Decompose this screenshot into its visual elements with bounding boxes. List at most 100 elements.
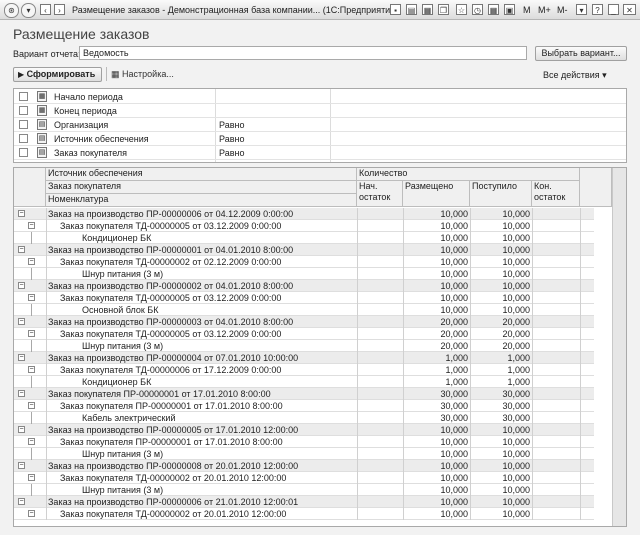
collapse-toggle-icon[interactable]: − bbox=[18, 246, 25, 253]
collapse-toggle-icon[interactable]: − bbox=[18, 390, 25, 397]
memory-button-m[interactable]: M bbox=[523, 5, 531, 15]
report-row-source[interactable]: − Заказ на производство ПР-00000002 от 04… bbox=[14, 280, 594, 292]
chevron-down-icon[interactable]: ▾ bbox=[21, 3, 36, 18]
variant-field[interactable]: Ведомость bbox=[79, 46, 527, 60]
filter-checkbox[interactable] bbox=[19, 120, 28, 129]
filter-row[interactable]: ▤ Заказ покупателя Равно bbox=[14, 146, 626, 160]
back-icon[interactable]: ‹ bbox=[40, 4, 51, 15]
report-row-source[interactable]: − Заказ на производство ПР-00000006 от 21… bbox=[14, 496, 594, 508]
settings-link[interactable]: ▦ Настройка... bbox=[111, 69, 174, 80]
received-value: 10,000 bbox=[502, 305, 530, 315]
copy-icon[interactable]: ❐ bbox=[438, 4, 449, 15]
collapse-toggle-icon[interactable]: − bbox=[28, 222, 35, 229]
preview-icon[interactable]: ▦ bbox=[422, 4, 433, 15]
report-row-order[interactable]: − Заказ покупателя ПР-00000001 от 17.01.2… bbox=[14, 436, 594, 448]
report-row-item[interactable]: Основной блок БК 10,000 10,000 bbox=[14, 304, 594, 316]
history-icon[interactable]: ◷ bbox=[472, 4, 483, 15]
collapse-toggle-icon[interactable]: − bbox=[28, 438, 35, 445]
collapse-toggle-icon[interactable]: − bbox=[28, 330, 35, 337]
report-row-label: Заказ на производство ПР-00000008 от 20.… bbox=[48, 461, 299, 471]
placed-value: 10,000 bbox=[440, 257, 468, 267]
report-row-source[interactable]: − Заказ на производство ПР-00000003 от 04… bbox=[14, 316, 594, 328]
report-row-order[interactable]: − Заказ покупателя ТД-00000002 от 02.12.2… bbox=[14, 256, 594, 268]
filter-checkbox[interactable] bbox=[19, 148, 28, 157]
report-row-item[interactable]: Шнур питания (3 м) 10,000 10,000 bbox=[14, 484, 594, 496]
collapse-toggle-icon[interactable]: − bbox=[18, 498, 25, 505]
report-row-order[interactable]: − Заказ покупателя ТД-00000002 от 20.01.2… bbox=[14, 472, 594, 484]
favorite-icon[interactable]: ☆ bbox=[456, 4, 467, 15]
placed-value: 10,000 bbox=[440, 473, 468, 483]
collapse-toggle-icon[interactable]: − bbox=[18, 462, 25, 469]
help-icon[interactable]: ? bbox=[592, 4, 603, 15]
save-icon[interactable]: ▪ bbox=[390, 4, 401, 15]
report-row-source[interactable]: − Заказ на производство ПР-00000006 от 04… bbox=[14, 208, 594, 220]
report-row-order[interactable]: − Заказ покупателя ТД-00000006 от 17.12.2… bbox=[14, 364, 594, 376]
filter-row[interactable]: ▦ Конец периода bbox=[14, 104, 626, 118]
memory-button-m-minus[interactable]: M- bbox=[557, 5, 568, 15]
all-actions-menu[interactable]: Все действия ▾ bbox=[543, 70, 607, 81]
settings-icon: ▦ bbox=[111, 69, 120, 79]
filter-row[interactable]: ▤ Организация Равно bbox=[14, 118, 626, 132]
filter-condition: Равно bbox=[219, 120, 245, 130]
collapse-toggle-icon[interactable]: − bbox=[28, 402, 35, 409]
placed-value: 10,000 bbox=[440, 233, 468, 243]
memory-button-m-plus[interactable]: M+ bbox=[538, 5, 551, 15]
collapse-toggle-icon[interactable]: − bbox=[18, 426, 25, 433]
collapse-toggle-icon[interactable]: − bbox=[18, 318, 25, 325]
report-row-source[interactable]: − Заказ покупателя ПР-00000001 от 17.01.2… bbox=[14, 388, 594, 400]
received-value: 10,000 bbox=[502, 485, 530, 495]
choose-variant-button[interactable]: Выбрать вариант... bbox=[535, 46, 627, 61]
report-row-order[interactable]: − Заказ покупателя ТД-00000005 от 03.12.2… bbox=[14, 292, 594, 304]
filter-name: Заказ покупателя bbox=[54, 148, 128, 158]
report-row-order[interactable]: − Заказ покупателя ТД-00000005 от 03.12.2… bbox=[14, 220, 594, 232]
report-row-item[interactable]: Кондиционер БК 1,000 1,000 bbox=[14, 376, 594, 388]
received-value: 10,000 bbox=[502, 497, 530, 507]
filter-checkbox[interactable] bbox=[19, 92, 28, 101]
app-menu-icon[interactable]: ⊛ bbox=[4, 3, 19, 18]
filter-checkbox[interactable] bbox=[19, 134, 28, 143]
filter-checkbox[interactable] bbox=[19, 106, 28, 115]
report-row-label: Заказ покупателя ТД-00000002 от 02.12.20… bbox=[60, 257, 282, 267]
report-row-item[interactable]: Кондиционер БК 10,000 10,000 bbox=[14, 232, 594, 244]
generate-button[interactable]: ▶ Сформировать bbox=[13, 67, 102, 82]
collapse-toggle-icon[interactable]: − bbox=[18, 210, 25, 217]
minimize-icon[interactable]: _ bbox=[608, 4, 619, 15]
collapse-toggle-icon[interactable]: − bbox=[28, 510, 35, 517]
placed-value: 30,000 bbox=[440, 413, 468, 423]
report-row-order[interactable]: − Заказ покупателя ТД-00000002 от 20.01.2… bbox=[14, 508, 594, 520]
received-value: 10,000 bbox=[502, 221, 530, 231]
collapse-toggle-icon[interactable]: − bbox=[18, 354, 25, 361]
filter-row[interactable]: ▤ Источник обеспечения Равно bbox=[14, 132, 626, 146]
report-row-source[interactable]: − Заказ на производство ПР-00000005 от 17… bbox=[14, 424, 594, 436]
report-table[interactable]: Источник обеспечения Заказ покупателя Но… bbox=[13, 167, 627, 527]
collapse-toggle-icon[interactable]: − bbox=[28, 474, 35, 481]
report-row-order[interactable]: − Заказ покупателя ПР-00000001 от 17.01.2… bbox=[14, 400, 594, 412]
report-row-source[interactable]: − Заказ на производство ПР-00000001 от 04… bbox=[14, 244, 594, 256]
report-row-source[interactable]: − Заказ на производство ПР-00000008 от 20… bbox=[14, 460, 594, 472]
report-row-order[interactable]: − Заказ покупателя ТД-00000005 от 03.12.2… bbox=[14, 328, 594, 340]
filter-name: Конец периода bbox=[54, 106, 117, 116]
generate-button-label: Сформировать bbox=[26, 69, 96, 79]
collapse-toggle-icon[interactable]: − bbox=[28, 294, 35, 301]
print-icon[interactable]: ▤ bbox=[406, 4, 417, 15]
report-row-item[interactable]: Шнур питания (3 м) 10,000 10,000 bbox=[14, 268, 594, 280]
report-row-source[interactable]: − Заказ на производство ПР-00000004 от 07… bbox=[14, 352, 594, 364]
report-row-item[interactable]: Шнур питания (3 м) 10,000 10,000 bbox=[14, 448, 594, 460]
collapse-toggle-icon[interactable]: − bbox=[18, 282, 25, 289]
report-row-label: Заказ на производство ПР-00000006 от 21.… bbox=[48, 497, 299, 507]
calendar-icon[interactable]: ▦ bbox=[488, 4, 499, 15]
calculator-icon[interactable]: ▣ bbox=[504, 4, 515, 15]
placed-value: 30,000 bbox=[440, 401, 468, 411]
report-row-item[interactable]: Кабель электрический 30,000 30,000 bbox=[14, 412, 594, 424]
zoom-icon[interactable]: ▾ bbox=[576, 4, 587, 15]
header-source: Источник обеспечения bbox=[46, 168, 357, 181]
close-icon[interactable]: ✕ bbox=[623, 4, 636, 15]
report-row-label: Шнур питания (3 м) bbox=[82, 449, 164, 459]
collapse-toggle-icon[interactable]: − bbox=[28, 258, 35, 265]
vertical-scrollbar[interactable] bbox=[612, 168, 626, 526]
report-row-item[interactable]: Шнур питания (3 м) 20,000 20,000 bbox=[14, 340, 594, 352]
collapse-toggle-icon[interactable]: − bbox=[28, 366, 35, 373]
filter-row[interactable]: ▦ Начало периода bbox=[14, 90, 626, 104]
received-value: 10,000 bbox=[502, 257, 530, 267]
forward-icon[interactable]: › bbox=[54, 4, 65, 15]
